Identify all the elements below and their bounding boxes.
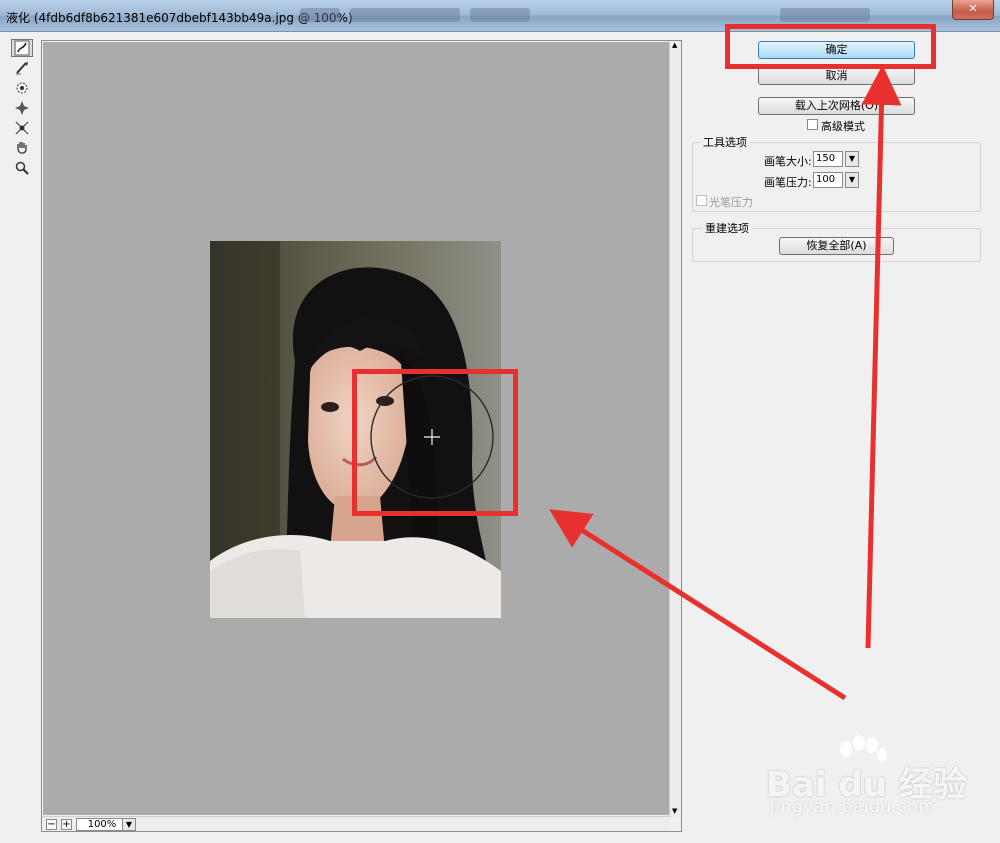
arrow-to-ok-button: [861, 65, 902, 649]
annotation-arrows: [549, 65, 902, 701]
arrow-to-face-area: [549, 509, 847, 701]
